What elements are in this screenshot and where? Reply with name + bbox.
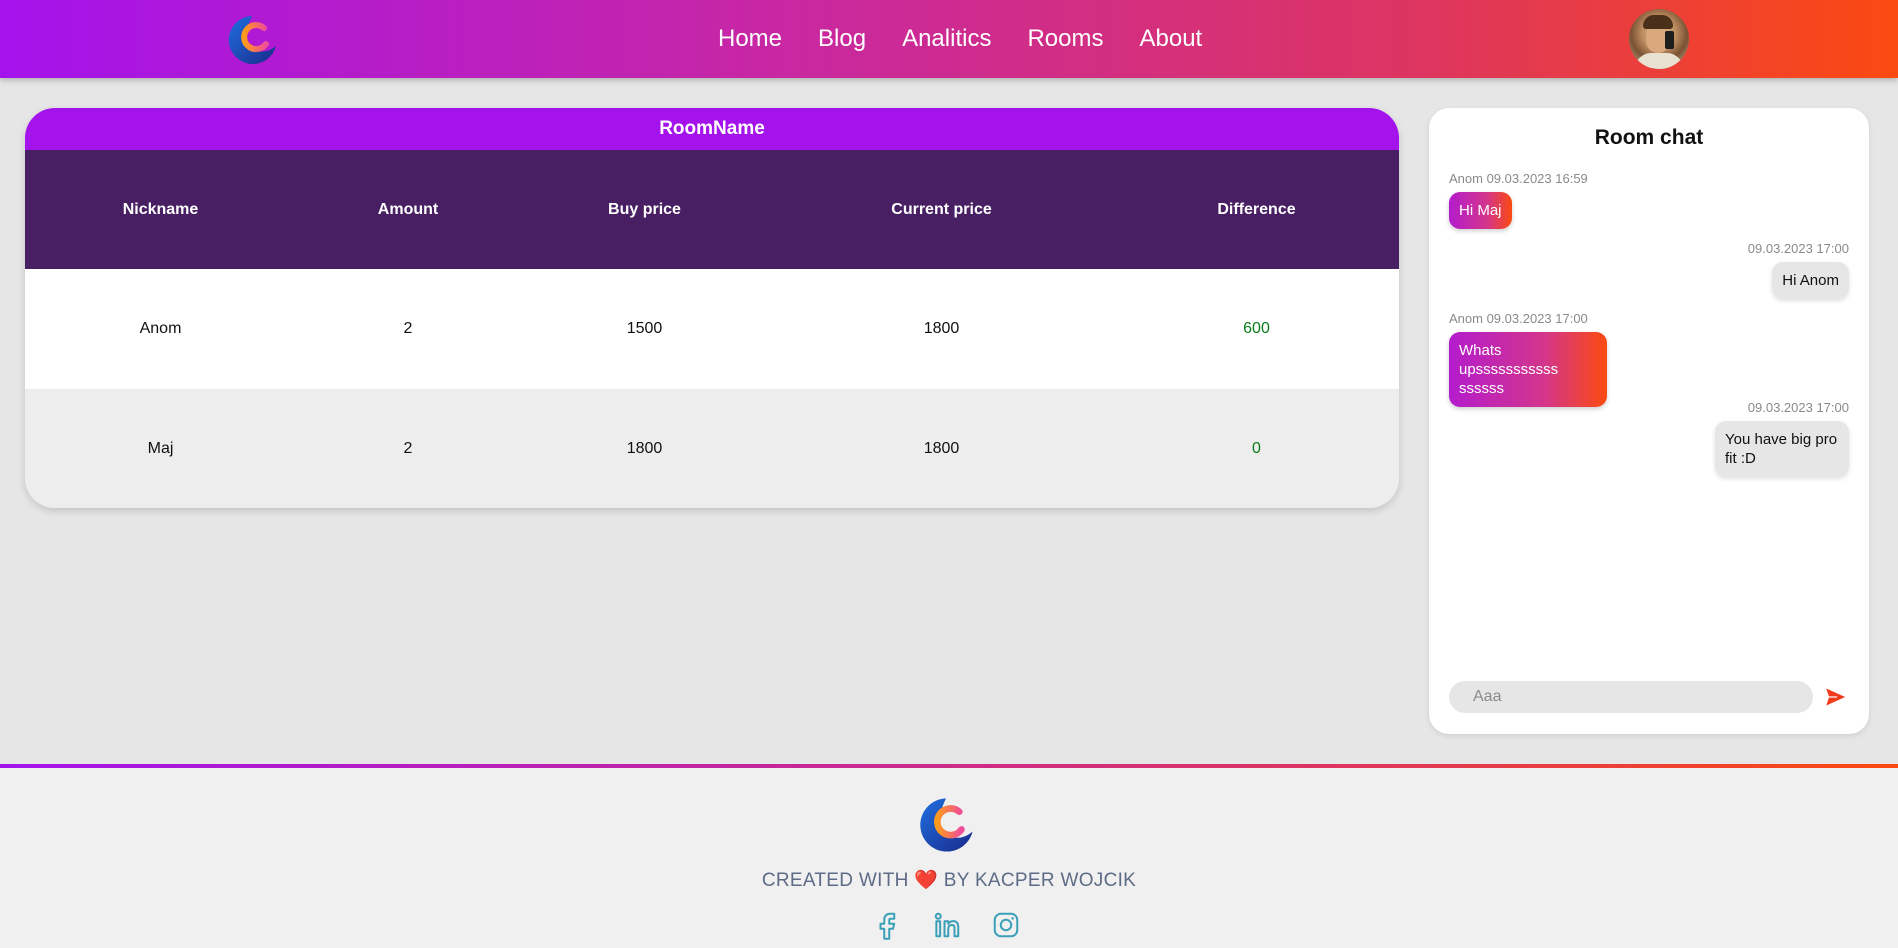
logo-icon[interactable] [224, 12, 280, 68]
cell-buy-price: 1500 [626, 320, 663, 337]
avatar-hair [1643, 15, 1673, 29]
message-meta: 09.03.2023 17:00 [1747, 241, 1849, 256]
column-buy-price: Buy price [608, 200, 681, 218]
cell-nickname: Maj [147, 440, 174, 457]
message-bubble-incoming: Hi Maj [1449, 192, 1512, 229]
message-bubble-outgoing: You have big pro fit :D [1715, 421, 1849, 477]
top-navbar: Home Blog Analitics Rooms About [0, 0, 1898, 78]
cell-difference: 600 [1243, 320, 1270, 337]
room-chat-panel: Room chat Anom 09.03.2023 16:59 Hi Maj 0… [1429, 108, 1869, 734]
cell-current-price: 1800 [923, 320, 960, 337]
message-meta: Anom 09.03.2023 17:00 [1449, 311, 1588, 326]
cell-current-price: 1800 [923, 440, 960, 457]
cell-nickname: Anom [139, 320, 182, 337]
footer-divider [0, 764, 1898, 768]
message-bubble-incoming: Whats upsssssssssss ssssss [1449, 332, 1607, 407]
chat-message-input[interactable] [1449, 681, 1813, 713]
nav-blog[interactable]: Blog [800, 25, 884, 53]
column-current-price: Current price [891, 200, 992, 218]
footer-logo-icon [920, 798, 973, 852]
column-difference: Difference [1217, 200, 1296, 218]
table-row: Maj 2 1800 1800 0 [25, 389, 1399, 508]
cell-amount: 2 [403, 440, 413, 457]
footer-credit: CREATED WITH ❤️ BY KACPER WOJCIK [0, 868, 1898, 892]
message-bubble-outgoing: Hi Anom [1772, 262, 1849, 299]
cell-amount: 2 [403, 320, 413, 337]
table-header-row: Nickname Amount Buy price Current price … [25, 150, 1399, 269]
credit-prefix: CREATED WITH [761, 870, 909, 891]
table-row: Anom 2 1500 1800 600 [25, 269, 1399, 389]
column-amount: Amount [377, 200, 439, 218]
instagram-icon[interactable] [991, 910, 1021, 940]
message-meta: Anom 09.03.2023 16:59 [1449, 171, 1588, 186]
heart-icon: ❤️ [914, 870, 939, 891]
cell-buy-price: 1800 [626, 440, 663, 457]
linkedin-icon[interactable] [932, 910, 962, 940]
credit-author: BY KACPER WOJCIK [943, 870, 1137, 891]
nav-home[interactable]: Home [700, 25, 800, 53]
nav-analitics[interactable]: Analitics [884, 25, 1009, 53]
nav-about[interactable]: About [1121, 25, 1220, 53]
chat-title: Room chat [1594, 126, 1704, 149]
room-table-card: RoomName Nickname Amount Buy price Curre… [25, 108, 1399, 508]
user-avatar[interactable] [1629, 9, 1689, 69]
footer: CREATED WITH ❤️ BY KACPER WOJCIK [0, 764, 1898, 948]
column-nickname: Nickname [122, 200, 199, 218]
send-icon[interactable] [1823, 684, 1849, 710]
main-nav: Home Blog Analitics Rooms About [700, 0, 1220, 78]
room-name: RoomName [25, 108, 1399, 150]
avatar-body [1635, 53, 1683, 69]
nav-rooms[interactable]: Rooms [1009, 25, 1121, 53]
room-table: Nickname Amount Buy price Current price … [25, 150, 1399, 508]
cell-difference: 0 [1252, 440, 1261, 457]
message-meta: 09.03.2023 17:00 [1747, 400, 1849, 415]
facebook-icon[interactable] [873, 910, 903, 940]
avatar-phone [1665, 31, 1674, 49]
